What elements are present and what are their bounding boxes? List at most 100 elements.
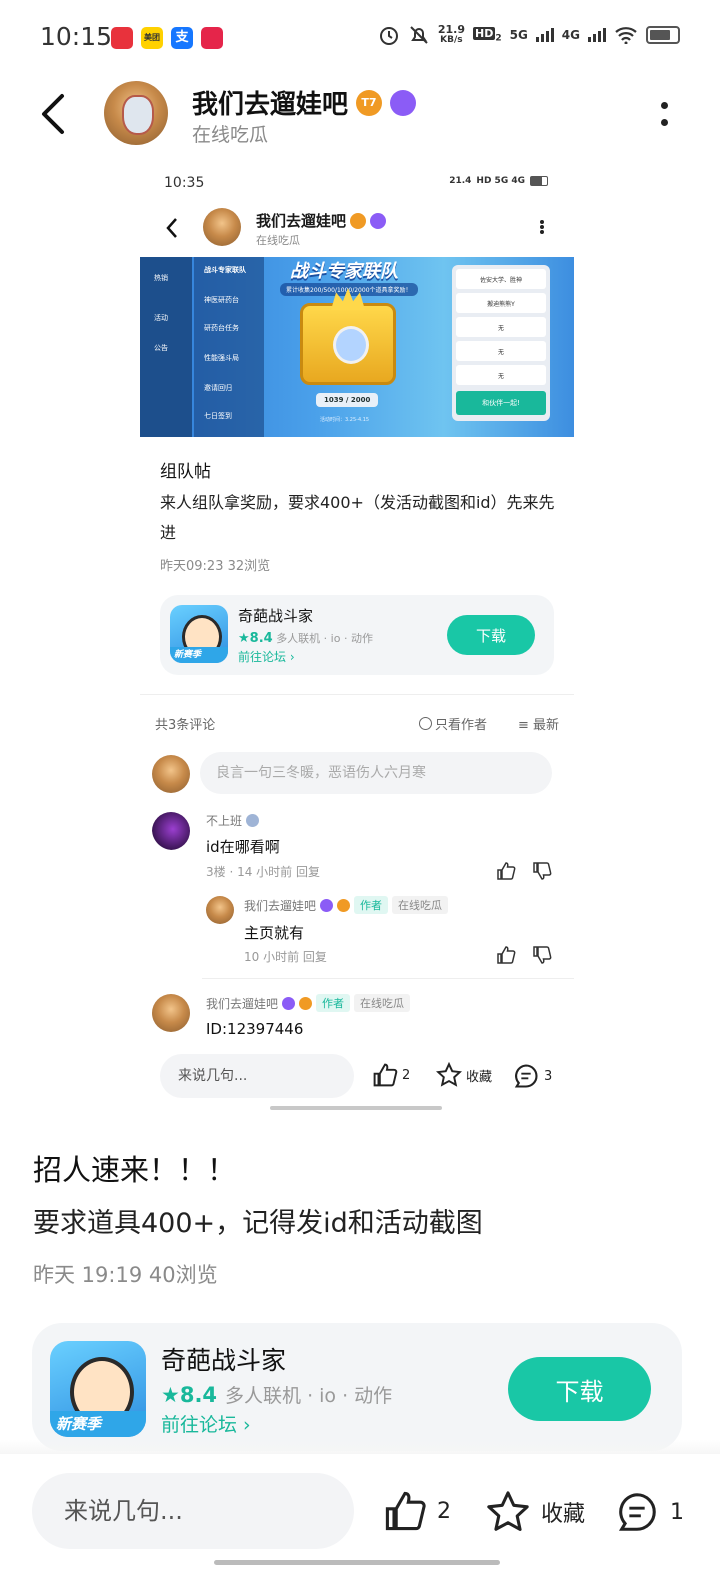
game-rating: ★8.4 (161, 1382, 218, 1407)
purple-badge-icon (282, 996, 296, 1010)
thumbs-down-icon (533, 946, 552, 964)
inner-forum-link: 前往论坛 › (238, 650, 295, 664)
author-name: 我们去遛娃吧 (192, 90, 349, 120)
inner-bottom-bar: 来说几句... 2 收藏 3 (140, 1046, 574, 1108)
level-badge-icon (337, 898, 351, 912)
inner-status-icons: 21.4 HD 5G 4G (449, 176, 548, 186)
embedded-screenshot[interactable]: 10:35 21.4 HD 5G 4G 我们去遛娃吧 在线吃瓜 热销 活动 公告 … (140, 166, 574, 1108)
thumbs-up-icon (385, 1491, 426, 1531)
inner-author-name-row: 我们去遛娃吧 (256, 210, 387, 231)
team-panel: 佐安大学、胜神 搬迪熊熊Y 无 无 无 和伙伴一起! (452, 265, 550, 421)
net-speed: 21.9 KB/s (437, 23, 465, 45)
inner-only-author: 只看作者 (418, 714, 487, 733)
comments-count: 1 (670, 1499, 684, 1525)
banner-date: 活动时间：3.25-4.15 (320, 417, 370, 423)
commenter-avatar (152, 994, 190, 1032)
commenter-avatar (152, 812, 190, 850)
like-button[interactable]: 2 (383, 1489, 451, 1533)
purple-badge-icon (320, 898, 334, 912)
battery-icon (646, 26, 680, 44)
author-name-row[interactable]: 我们去遛娃吧 T7 (192, 84, 417, 121)
post-title: 招人速来！！！ (33, 1153, 237, 1187)
new-season-tag: 新赛季 (50, 1411, 146, 1437)
signal-bars-icon (588, 28, 606, 42)
inner-author-status: 在线吃瓜 (256, 234, 300, 247)
banner-join-button: 和伙伴一起! (456, 391, 546, 415)
game-name[interactable]: 奇葩战斗家 (161, 1341, 286, 1377)
inner-post-meta: 昨天09:23 32浏览 (160, 559, 271, 574)
meituan-app-icon: 美团 (141, 27, 163, 49)
inner-game-rating: ★8.4 多人联机 · io · 动作 (238, 631, 373, 646)
signal-4g: 4G (561, 28, 580, 42)
event-banner-image: 热销 活动 公告 战斗专家联队 神医研药台 研药台任务 性能强斗局 邀请回归 七… (140, 257, 574, 437)
thumbs-up-icon (497, 946, 516, 964)
inner-comment-input: 良言一句三冬暖，恶语伤人六月寒 (200, 752, 552, 794)
inner-divider (140, 694, 574, 695)
favorite-label: 收藏 (541, 1502, 586, 1527)
alipay-app-icon: 支 (171, 27, 193, 49)
radio-icon (418, 717, 432, 730)
post-meta: 昨天 19:19 40浏览 (33, 1263, 218, 1287)
star-icon (436, 1062, 462, 1087)
inner-game-card: 新赛季 奇葩战斗家 ★8.4 多人联机 · io · 动作 前往论坛 › 下载 (160, 595, 554, 675)
scroll-fade (0, 1440, 720, 1454)
game-icon[interactable]: 新赛季 (50, 1341, 146, 1437)
forum-link[interactable]: 前往论坛 › (161, 1410, 251, 1437)
banner-menu: 战斗专家联队 神医研药台 研药台任务 性能强斗局 邀请回归 七日签到 (194, 257, 264, 437)
inner-post-body: 来人组队拿奖励，要求400+（发活动截图和id）先来先进 (160, 493, 555, 542)
like-count: 2 (437, 1498, 451, 1524)
inner-comment-count: 3 (512, 1062, 552, 1090)
inner-like: 2 (372, 1062, 410, 1088)
mute-bell-icon (410, 26, 428, 44)
inner-home-indicator (270, 1106, 442, 1110)
inner-sort-latest: ≡ 最新 (517, 718, 559, 733)
inner-more-icon (540, 220, 544, 234)
alarm-icon (379, 27, 398, 45)
comment-1-text: id在哪看啊 (206, 838, 280, 856)
inner-author-avatar (203, 208, 241, 246)
home-indicator (214, 1560, 500, 1565)
inner-level-badge-icon (350, 212, 367, 229)
game-rating-row: ★8.4 多人联机 · io · 动作 (161, 1381, 392, 1408)
comment-1-meta: 3楼 · 14 小时前 回复 (206, 865, 320, 879)
thumbs-up-icon (373, 1063, 398, 1087)
inner-header: 我们去遛娃吧 在线吃瓜 (140, 202, 574, 256)
inner-favorite: 收藏 (436, 1062, 492, 1088)
game-tags: 多人联机 · io · 动作 (225, 1385, 393, 1407)
inner-game-icon: 新赛季 (170, 605, 228, 663)
comments-button[interactable]: 1 (614, 1489, 684, 1535)
favorite-button[interactable]: 收藏 (485, 1489, 585, 1535)
comment-bubble-icon (618, 1493, 656, 1531)
comment-input[interactable]: 来说几句... (32, 1473, 354, 1549)
reply-text: 主页就有 (244, 924, 305, 942)
level-badge-icon (299, 996, 313, 1010)
comment-divider (202, 978, 574, 979)
status-bar: 10:15 美团 支 21.9 KB/s HD 2 5G 4G (0, 0, 720, 78)
inner-status-bar: 10:35 21.4 HD 5G 4G (140, 166, 574, 202)
inner-download-button: 下载 (447, 615, 535, 655)
game-card[interactable]: 新赛季 奇葩战斗家 ★8.4 多人联机 · io · 动作 前往论坛 › 下载 (32, 1323, 682, 1451)
level-badge-icon (246, 814, 260, 827)
signal-5g: 5G (509, 28, 528, 42)
post-body: 要求道具400+，记得发id和活动截图 (33, 1208, 483, 1239)
comment-1-name: 不上班 (206, 812, 260, 829)
download-button[interactable]: 下载 (508, 1357, 651, 1421)
inner-status-time: 10:35 (164, 175, 205, 191)
gift-app-icon (201, 27, 223, 49)
signal-bars-icon (535, 28, 554, 42)
author-avatar[interactable] (104, 81, 168, 145)
inner-game-name: 奇葩战斗家 (238, 607, 314, 625)
status-time: 10:15 (40, 22, 113, 51)
status-icons: 21.9 KB/s HD 2 5G 4G (378, 24, 680, 46)
back-arrow-icon[interactable] (38, 92, 68, 136)
inner-battery-icon (530, 176, 548, 186)
wifi-icon (615, 27, 637, 44)
banner-progress: 1039 / 2000 (316, 393, 379, 407)
more-options-icon[interactable] (660, 102, 668, 126)
treasure-chest-icon (300, 303, 396, 385)
reply-meta: 10 小时前 回复 (244, 950, 327, 964)
comment-3-text: ID:12397446 (206, 1020, 304, 1038)
inner-comment-box: 来说几句... (160, 1054, 354, 1098)
banner-title: 战斗专家联队 (290, 261, 398, 282)
comment-bubble-icon (514, 1064, 538, 1088)
